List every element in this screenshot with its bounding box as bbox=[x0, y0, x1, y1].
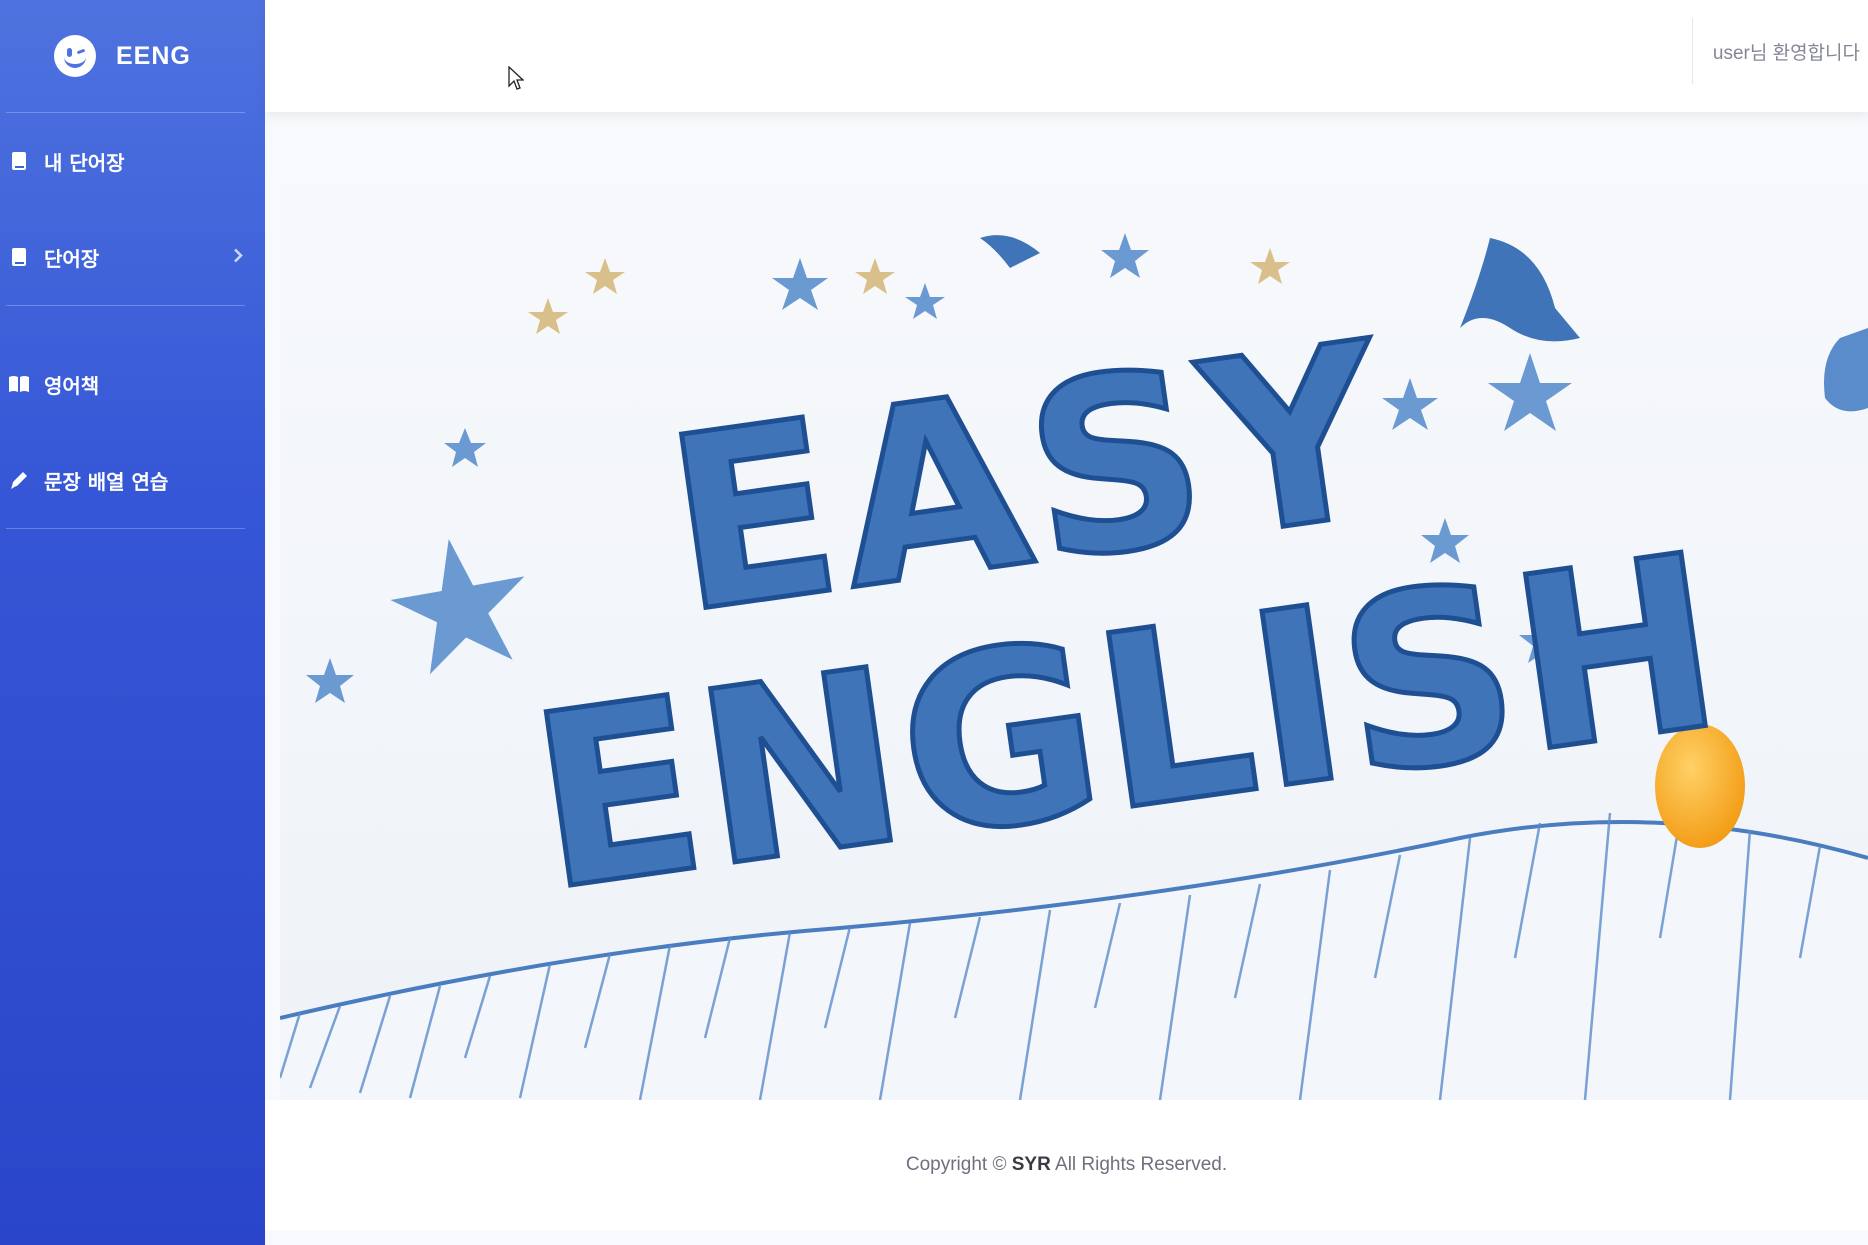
sidebar-item-english-books[interactable]: 영어책 bbox=[0, 336, 265, 432]
sidebar: EENG 내 단어장 단어장 영어책 문장 배열 연습 bbox=[0, 0, 265, 1245]
book-icon bbox=[8, 246, 30, 268]
user-welcome[interactable]: user님 환영합니다 bbox=[1713, 38, 1860, 65]
topbar-divider bbox=[1692, 18, 1693, 84]
sidebar-item-wordbook[interactable]: 단어장 bbox=[0, 209, 265, 305]
brand[interactable]: EENG bbox=[0, 0, 265, 112]
brand-name: EENG bbox=[116, 41, 191, 70]
sidebar-divider bbox=[6, 528, 245, 529]
sidebar-item-my-wordbook[interactable]: 내 단어장 bbox=[0, 113, 265, 209]
chevron-right-icon bbox=[233, 245, 243, 270]
pencil-icon bbox=[8, 469, 30, 491]
sidebar-item-label: 영어책 bbox=[44, 373, 100, 398]
hero-banner: EASY ENGLISH bbox=[280, 158, 1868, 1100]
winking-face-icon bbox=[54, 35, 96, 77]
footer: Copyright © SYR All Rights Reserved. bbox=[265, 1100, 1868, 1230]
sidebar-item-label: 내 단어장 bbox=[44, 150, 125, 175]
copyright: Copyright © SYR All Rights Reserved. bbox=[905, 1154, 1228, 1175]
topbar: user님 환영합니다 bbox=[265, 0, 1868, 112]
open-book-icon bbox=[8, 373, 30, 395]
sidebar-item-label: 단어장 bbox=[44, 246, 100, 271]
banner-illustration: EASY ENGLISH bbox=[280, 158, 1868, 1100]
mouse-cursor-icon bbox=[508, 65, 525, 96]
sidebar-item-sentence-practice[interactable]: 문장 배열 연습 bbox=[0, 432, 265, 528]
book-icon bbox=[8, 150, 30, 172]
sidebar-item-label: 문장 배열 연습 bbox=[44, 469, 169, 494]
